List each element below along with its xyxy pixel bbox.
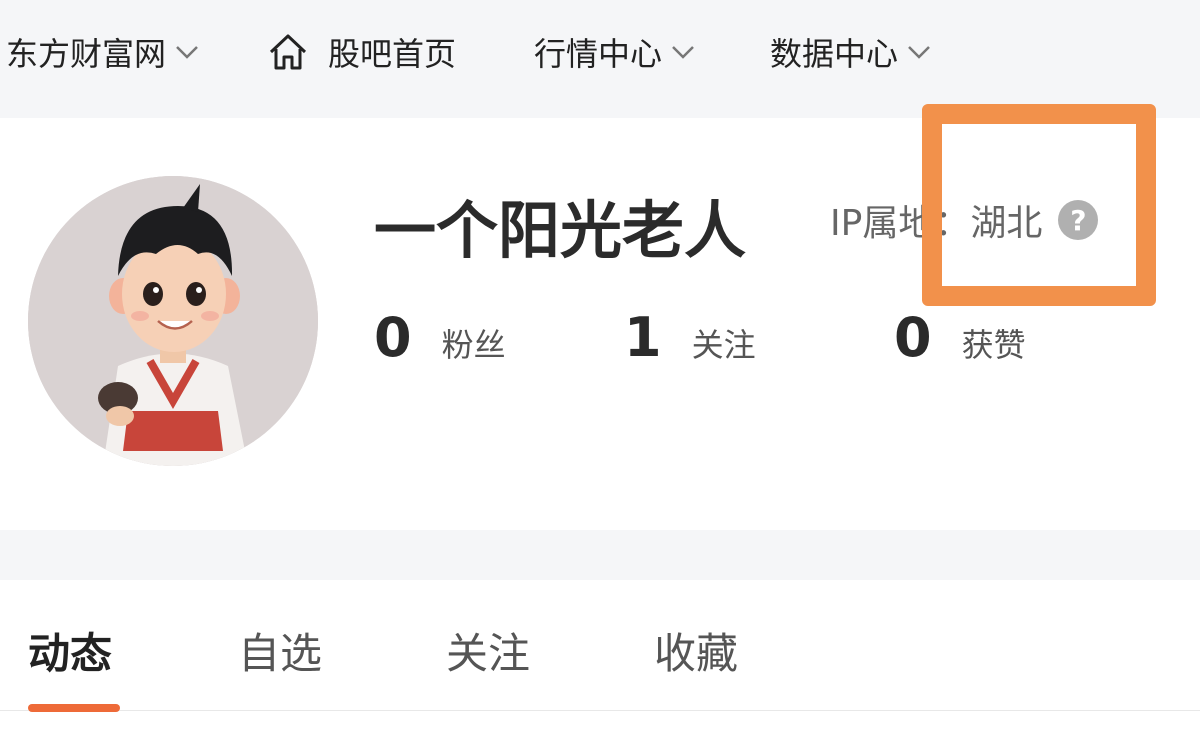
- stat-value: 0: [374, 306, 412, 369]
- section-divider: [0, 530, 1200, 580]
- top-navigation-bar: 东方财富网 股吧首页 行情中心 数据中心: [0, 0, 1200, 118]
- username: 一个阳光老人: [374, 194, 747, 267]
- nav-label: 数据中心: [770, 35, 899, 73]
- avatar-illustration: [28, 176, 318, 466]
- stat-fans[interactable]: 0 粉丝: [374, 306, 506, 369]
- stat-value: 1: [624, 306, 662, 369]
- stat-likes[interactable]: 0 获赞: [894, 306, 1026, 369]
- chevron-down-icon: [176, 46, 198, 59]
- nav-eastmoney[interactable]: 东方财富网: [6, 26, 200, 78]
- home-icon: [269, 34, 307, 70]
- active-tab-indicator: [28, 704, 120, 712]
- stat-label: 获赞: [961, 326, 1026, 364]
- ip-highlight-box: [922, 104, 1156, 306]
- chevron-down-icon: [908, 46, 930, 59]
- tabs-bottom-border: [0, 710, 1200, 711]
- stat-following[interactable]: 1 关注: [624, 306, 756, 369]
- chevron-down-icon: [672, 46, 694, 59]
- nav-guba-home[interactable]: 股吧首页: [268, 26, 456, 78]
- nav-market-center[interactable]: 行情中心: [534, 26, 696, 78]
- stat-value: 0: [894, 306, 932, 369]
- tab-activity[interactable]: 动态: [28, 620, 112, 681]
- nav-data-center[interactable]: 数据中心: [770, 26, 932, 78]
- profile-tabs: 动态 自选 关注 收藏: [0, 580, 1200, 735]
- nav-label: 股吧首页: [328, 35, 457, 73]
- stat-label: 粉丝: [441, 326, 506, 364]
- tab-watchlist[interactable]: 自选: [238, 620, 322, 681]
- avatar[interactable]: [28, 176, 318, 466]
- tab-favorites[interactable]: 收藏: [654, 620, 738, 681]
- nav-label: 行情中心: [534, 35, 663, 73]
- stat-label: 关注: [691, 326, 756, 364]
- tab-following[interactable]: 关注: [446, 620, 530, 681]
- nav-label: 东方财富网: [6, 35, 167, 73]
